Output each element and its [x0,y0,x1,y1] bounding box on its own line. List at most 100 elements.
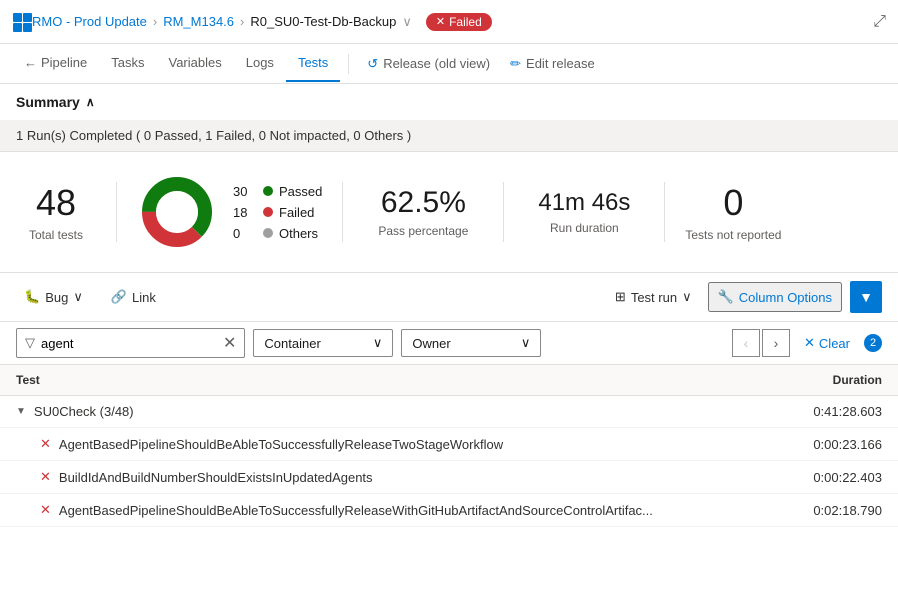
duration-label: Run duration [524,221,644,235]
prev-arrow[interactable]: ‹ [732,329,760,357]
breadcrumb-item-1[interactable]: RMO - Prod Update [32,14,147,29]
stats-area: 48 Total tests 30 Passed 18 Failed [0,152,898,273]
passed-dot [263,186,273,196]
stat-divider-4 [664,182,665,242]
legend-failed: 18 Failed [233,205,322,220]
pass-percentage-stat: 62.5% Pass percentage [363,186,483,238]
container-dropdown[interactable]: Container ∨ [253,329,393,357]
nav-arrows: ‹ › [732,329,790,357]
back-arrow-icon: ← [24,55,37,70]
filter-row: ▽ ✕ Container ∨ Owner ∨ ‹ › ✕ Clear 2 [0,322,898,365]
clear-filters-button[interactable]: ✕ Clear [798,331,856,355]
search-input[interactable] [41,336,217,351]
row-duration: 0:00:22.403 [782,470,882,485]
filter-funnel-icon: ▽ [25,335,35,351]
status-badge: Failed [426,13,492,31]
header: RMO - Prod Update › RM_M134.6 › R0_SU0-T… [0,0,898,44]
breadcrumb-item-3[interactable]: R0_SU0-Test-Db-Backup [250,14,396,29]
stat-divider-2 [342,182,343,242]
donut-chart-area: 30 Passed 18 Failed 0 Others [137,172,322,252]
row-duration: 0:00:23.166 [782,437,882,452]
others-dot [263,228,273,238]
not-reported-number: 0 [685,182,781,224]
breadcrumb-dropdown-icon[interactable]: ∨ [402,14,412,30]
refresh-icon: ↺ [367,56,378,72]
breadcrumb: RMO - Prod Update › RM_M134.6 › R0_SU0-T… [32,13,492,31]
fail-icon: ✕ [40,469,51,485]
table-row[interactable]: ▼ SU0Check (3/48) 0:41:28.603 [0,396,898,428]
legend-others: 0 Others [233,226,322,241]
total-tests-label: Total tests [16,228,96,242]
fail-icon: ✕ [40,502,51,518]
filter-count-badge: 2 [864,334,882,352]
search-input-wrap: ▽ ✕ [16,328,245,358]
breadcrumb-sep-1: › [153,14,157,29]
stat-divider-3 [503,182,504,242]
donut-legend: 30 Passed 18 Failed 0 Others [233,184,322,241]
col-duration-header: Duration [782,373,882,387]
column-options-button[interactable]: 🔧 Column Options [708,282,842,312]
search-clear-icon[interactable]: ✕ [223,333,236,353]
stat-divider-1 [116,182,117,242]
donut-chart [137,172,217,252]
bug-icon: 🐛 [24,289,40,305]
test-run-dropdown-icon: ∨ [682,289,692,305]
table-header: Test Duration [0,365,898,396]
clear-x-icon: ✕ [804,335,815,351]
row-test-name: ✕ AgentBasedPipelineShouldBeAbleToSucces… [40,436,782,452]
pass-pct-label: Pass percentage [363,224,483,238]
release-old-view-action[interactable]: ↺ Release (old view) [357,50,500,78]
nav-tabs: ← Pipeline Tasks Variables Logs Tests ↺ … [0,44,898,84]
summary-banner: 1 Run(s) Completed ( 0 Passed, 1 Failed,… [0,120,898,152]
row-duration: 0:02:18.790 [782,503,882,518]
edit-release-action[interactable]: ✏ Edit release [500,50,605,78]
link-button[interactable]: 🔗 Link [103,284,164,310]
tab-tasks[interactable]: Tasks [99,45,156,82]
tab-logs[interactable]: Logs [234,45,286,82]
toolbar-left: 🐛 Bug ∨ 🔗 Link [16,284,164,310]
row-duration: 0:41:28.603 [782,404,882,419]
row-test-name: ✕ BuildIdAndBuildNumberShouldExistsInUpd… [40,469,782,485]
col-test-header: Test [16,373,782,387]
expand-chevron-icon[interactable]: ▼ [16,406,26,417]
filter-icon: ▼ [859,289,873,305]
tab-variables[interactable]: Variables [157,45,234,82]
column-options-icon: 🔧 [718,289,734,305]
breadcrumb-sep-2: › [240,14,244,29]
container-dropdown-icon: ∨ [373,335,383,351]
toolbar: 🐛 Bug ∨ 🔗 Link ⊞ Test run ∨ 🔧 Column Opt… [0,273,898,322]
bug-dropdown-icon: ∨ [73,289,83,305]
row-test-name: ✕ AgentBasedPipelineShouldBeAbleToSucces… [40,502,782,518]
fail-icon: ✕ [40,436,51,452]
row-group-name: ▼ SU0Check (3/48) [16,404,782,419]
link-icon: 🔗 [111,289,127,305]
ado-logo [12,12,32,32]
tab-pipeline[interactable]: ← Pipeline [12,45,99,82]
table-row[interactable]: ✕ AgentBasedPipelineShouldBeAbleToSucces… [0,428,898,461]
duration-number: 41m 46s [524,189,644,217]
summary-section-header[interactable]: Summary ∧ [0,84,898,120]
run-duration-stat: 41m 46s Run duration [524,189,644,235]
test-run-icon: ⊞ [615,289,626,305]
pass-pct-number: 62.5% [363,186,483,220]
summary-chevron: ∧ [86,95,95,109]
toolbar-right: ⊞ Test run ∨ 🔧 Column Options ▼ [607,281,882,313]
test-run-button[interactable]: ⊞ Test run ∨ [607,284,700,310]
table-row[interactable]: ✕ AgentBasedPipelineShouldBeAbleToSucces… [0,494,898,527]
edit-icon: ✏ [510,56,521,72]
legend-passed: 30 Passed [233,184,322,199]
header-actions: ⤢ [873,13,886,31]
table-row[interactable]: ✕ BuildIdAndBuildNumberShouldExistsInUpd… [0,461,898,494]
summary-title: Summary [16,94,80,110]
expand-icon[interactable]: ⤢ [873,13,886,31]
filter-active-button[interactable]: ▼ [850,281,882,313]
breadcrumb-item-2[interactable]: RM_M134.6 [163,14,234,29]
owner-dropdown[interactable]: Owner ∨ [401,329,541,357]
tab-tests[interactable]: Tests [286,45,340,82]
bug-button[interactable]: 🐛 Bug ∨ [16,284,91,310]
not-reported-label: Tests not reported [685,228,781,242]
owner-dropdown-icon: ∨ [521,335,531,351]
total-tests-number: 48 [16,182,96,224]
table-body: ▼ SU0Check (3/48) 0:41:28.603 ✕ AgentBas… [0,396,898,527]
next-arrow[interactable]: › [762,329,790,357]
